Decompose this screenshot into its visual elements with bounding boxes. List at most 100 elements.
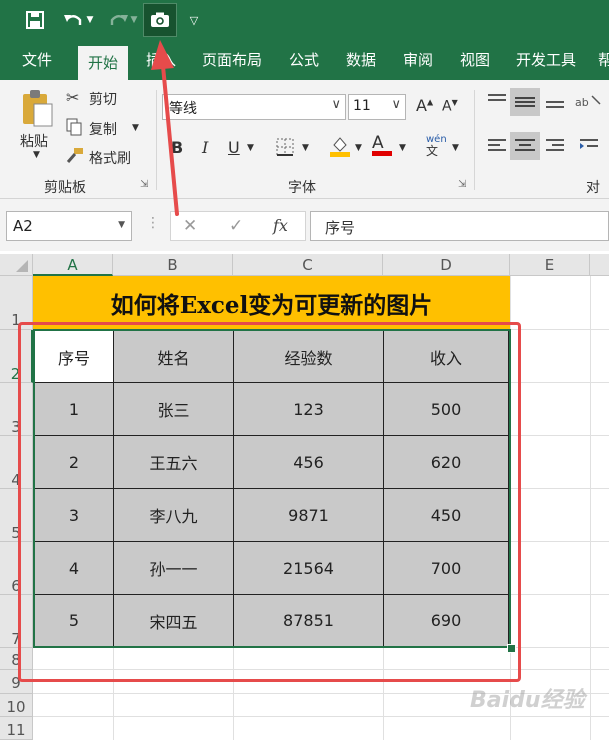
table-cell[interactable]: 孙一一 (113, 541, 234, 595)
align-right-icon[interactable] (544, 137, 566, 159)
table-cell[interactable]: 王五六 (113, 435, 234, 489)
borders-icon[interactable] (276, 138, 294, 160)
table-cell[interactable]: 690 (383, 594, 509, 647)
row-header-1[interactable]: 1 (0, 276, 33, 330)
underline-button[interactable]: U (228, 138, 240, 157)
grow-font-button[interactable]: A▲ (416, 96, 433, 115)
align-left-icon[interactable] (486, 137, 508, 159)
table-cell[interactable]: 2 (34, 435, 114, 489)
more-icon[interactable]: ⋮ (146, 215, 160, 231)
fill-color-icon[interactable] (329, 135, 351, 161)
table-cell[interactable]: 9871 (233, 488, 384, 542)
paste-icon[interactable] (20, 88, 54, 128)
table-cell[interactable]: 450 (383, 488, 509, 542)
paste-button[interactable]: 粘贴 (20, 131, 48, 151)
customize-qat-icon[interactable]: ▽ (186, 6, 202, 34)
row-header-6[interactable]: 6 (0, 542, 33, 595)
row-header-5[interactable]: 5 (0, 489, 33, 542)
save-icon[interactable] (22, 6, 48, 34)
copy-icon[interactable] (66, 118, 82, 140)
tab-developer[interactable]: 开发工具 (516, 40, 576, 80)
table-cell[interactable]: 500 (383, 382, 509, 436)
copy-button[interactable]: 复制 (89, 119, 117, 139)
format-painter-icon[interactable] (66, 147, 84, 167)
table-cell[interactable]: 3 (34, 488, 114, 542)
table-cell[interactable]: 700 (383, 541, 509, 595)
table-cell[interactable]: 4 (34, 541, 114, 595)
column-header-f[interactable] (590, 254, 609, 276)
table-cell[interactable]: 5 (34, 594, 114, 647)
font-launcher-icon[interactable]: ⇲ (458, 179, 466, 190)
row-header-7[interactable]: 7 (0, 595, 33, 648)
tab-data[interactable]: 数据 (346, 40, 376, 80)
tab-insert[interactable]: 插入 (146, 40, 176, 80)
table-header-cell[interactable]: 姓名 (113, 330, 234, 383)
phonetic-button[interactable]: wén 文 (426, 134, 447, 159)
align-center-icon[interactable] (510, 132, 540, 160)
borders-dropdown-icon[interactable]: ▼ (302, 143, 309, 153)
column-header-b[interactable]: B (113, 254, 233, 276)
font-color-icon[interactable]: A (372, 133, 392, 156)
table-cell[interactable]: 123 (233, 382, 384, 436)
undo-icon[interactable]: ▼ (60, 6, 96, 34)
tab-formulas[interactable]: 公式 (289, 40, 319, 80)
column-header-d[interactable]: D (383, 254, 510, 276)
fill-handle[interactable] (507, 644, 516, 653)
insert-function-icon[interactable]: fx (273, 216, 288, 235)
tab-page-layout[interactable]: 页面布局 (202, 40, 262, 80)
select-all-corner[interactable] (0, 254, 33, 276)
underline-dropdown-icon[interactable]: ▼ (247, 143, 254, 153)
row-header-11[interactable]: 11 (0, 717, 33, 740)
name-box[interactable]: A2 ▼ (6, 211, 132, 241)
format-painter-button[interactable]: 格式刷 (89, 148, 131, 168)
table-header-cell[interactable]: 序号 (34, 330, 114, 383)
table-cell[interactable]: 620 (383, 435, 509, 489)
tab-help[interactable]: 帮 (598, 40, 609, 80)
enter-icon[interactable]: ✓ (229, 216, 243, 236)
redo-icon[interactable]: ▼ (104, 6, 140, 34)
row-header-8[interactable]: 8 (0, 648, 33, 670)
row-header-10[interactable]: 10 (0, 694, 33, 717)
column-header-c[interactable]: C (233, 254, 383, 276)
formula-input[interactable]: 序号 (310, 211, 609, 241)
tab-file[interactable]: 文件 (22, 40, 52, 80)
indent-icon[interactable] (578, 137, 600, 159)
tab-home[interactable]: 开始 (78, 46, 129, 80)
cancel-icon[interactable]: ✕ (183, 216, 197, 236)
clipboard-launcher-icon[interactable]: ⇲ (140, 179, 148, 190)
table-cell[interactable]: 21564 (233, 541, 384, 595)
table-header-cell[interactable]: 收入 (383, 330, 509, 383)
table-cell[interactable]: 456 (233, 435, 384, 489)
row-header-2[interactable]: 2 (0, 330, 33, 383)
table-cell[interactable]: 张三 (113, 382, 234, 436)
tab-review[interactable]: 审阅 (403, 40, 433, 80)
table-cell[interactable]: 1 (34, 382, 114, 436)
font-name-select[interactable]: 等线 ∨ (162, 94, 346, 120)
table-cell[interactable]: 宋四五 (113, 594, 234, 647)
bold-button[interactable]: B (171, 138, 183, 157)
tab-view[interactable]: 视图 (460, 40, 490, 80)
table-header-cell[interactable]: 经验数 (233, 330, 384, 383)
copy-dropdown-icon[interactable]: ▼ (132, 123, 139, 133)
align-bottom-icon[interactable] (544, 92, 566, 114)
camera-icon[interactable] (143, 3, 177, 37)
row-header-3[interactable]: 3 (0, 383, 33, 436)
cut-icon[interactable]: ✂ (66, 88, 79, 107)
font-size-select[interactable]: 11 ∨ (348, 94, 406, 120)
paste-dropdown-icon[interactable]: ▼ (33, 150, 40, 160)
italic-button[interactable]: I (202, 138, 208, 157)
row-header-9[interactable]: 9 (0, 670, 33, 694)
table-cell[interactable]: 李八九 (113, 488, 234, 542)
sheet-title[interactable]: 如何将Excel变为可更新的图片 (33, 276, 510, 329)
column-header-e[interactable]: E (510, 254, 590, 276)
phonetic-dropdown-icon[interactable]: ▼ (452, 143, 459, 153)
orientation-icon[interactable]: ab (574, 92, 604, 114)
column-header-a[interactable]: A (33, 254, 113, 276)
align-middle-icon[interactable] (510, 88, 540, 116)
table-cell[interactable]: 87851 (233, 594, 384, 647)
shrink-font-button[interactable]: A▼ (442, 98, 458, 115)
row-header-4[interactable]: 4 (0, 436, 33, 489)
align-top-icon[interactable] (486, 92, 508, 114)
fill-dropdown-icon[interactable]: ▼ (355, 143, 362, 153)
font-color-dropdown-icon[interactable]: ▼ (399, 143, 406, 153)
